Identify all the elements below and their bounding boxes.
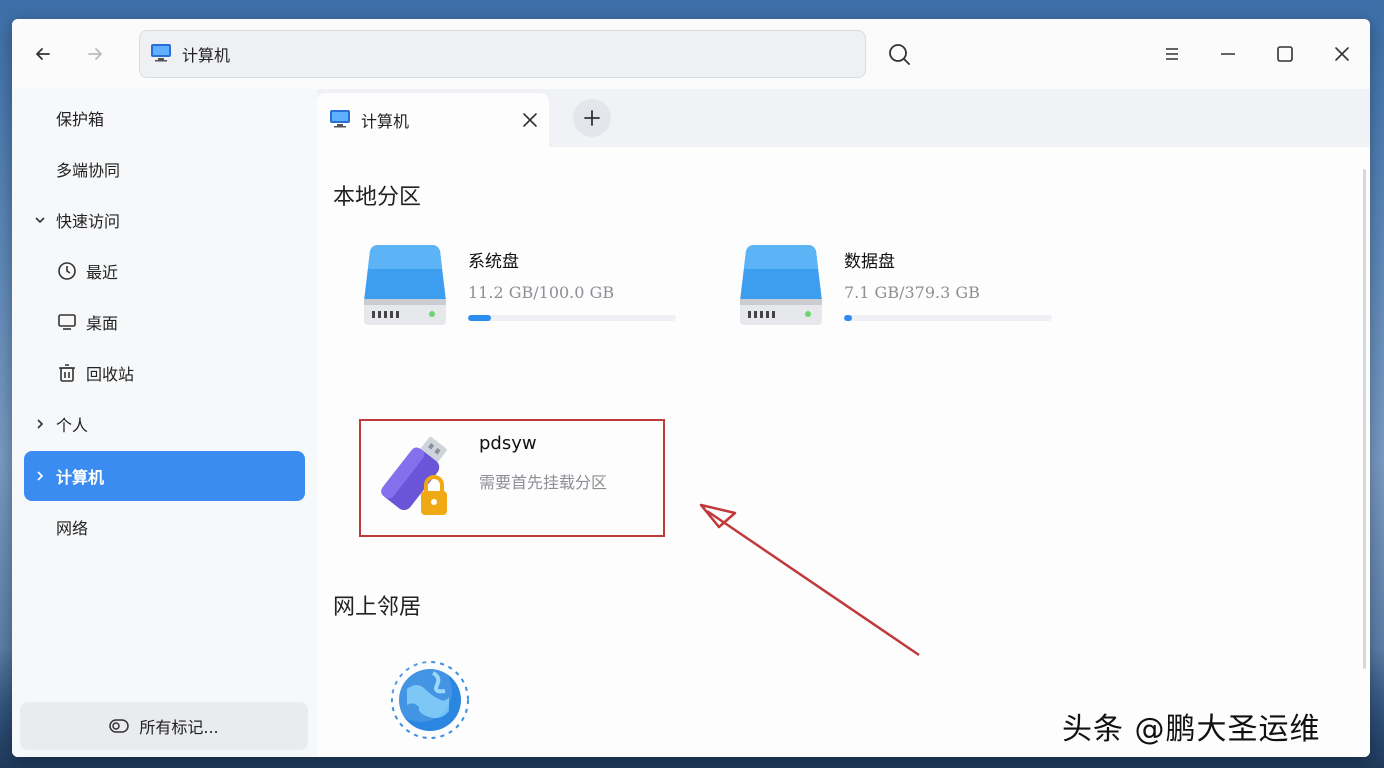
tag-icon	[109, 719, 130, 733]
close-icon[interactable]	[1327, 39, 1357, 69]
sidebar-item-label: 最近	[86, 263, 119, 282]
trash-icon	[56, 362, 78, 384]
search-icon[interactable]	[884, 39, 914, 69]
tab-close-icon[interactable]	[519, 109, 541, 131]
drive-data[interactable]: 数据盘 7.1 GB/379.3 GB	[738, 241, 1058, 341]
sidebar-item-label: 桌面	[86, 314, 119, 333]
back-arrow-icon[interactable]	[28, 39, 58, 69]
drive-size: 7.1 GB/379.3 GB	[844, 283, 980, 302]
all-tags-button[interactable]: 所有标记...	[20, 702, 308, 750]
minimize-icon[interactable]	[1213, 39, 1243, 69]
chevron-down-icon[interactable]	[30, 214, 50, 226]
address-label: 计算机	[182, 46, 231, 65]
computer-icon	[329, 108, 351, 132]
tab-label: 计算机	[361, 112, 410, 131]
sidebar-item-computer[interactable]: 计算机	[24, 451, 305, 501]
chevron-right-icon[interactable]	[30, 418, 50, 430]
drive-name: 系统盘	[468, 252, 519, 272]
hard-drive-icon	[738, 241, 824, 331]
monitor-icon	[56, 311, 78, 333]
titlebar: 计算机	[12, 19, 1370, 89]
section-network-neighborhood: 网上邻居	[333, 595, 422, 620]
hard-drive-icon	[362, 241, 448, 331]
usb-status: 需要首先挂载分区	[479, 473, 608, 492]
usage-bar-fill	[844, 315, 853, 321]
plus-icon	[584, 110, 600, 126]
tab-computer[interactable]: 计算机	[317, 93, 549, 147]
annotation-arrow	[699, 503, 920, 657]
sidebar-item-network[interactable]: 网络	[24, 502, 305, 552]
usb-drive-pdsyw[interactable]: pdsyw 需要首先挂载分区	[359, 419, 665, 537]
menu-icon[interactable]	[1157, 39, 1187, 69]
watermark: 头条 @鹏大圣运维	[1062, 712, 1321, 747]
scrollbar[interactable]	[1363, 169, 1366, 669]
tab-strip: 计算机	[317, 89, 1370, 147]
sidebar-item-label: 快速访问	[56, 212, 121, 231]
sidebar-item-trash[interactable]: 回收站	[24, 348, 305, 398]
sidebar: 保护箱 多端协同 快速访问 最近 桌面 回收站 个人 计算机 网络 所有标记..…	[12, 89, 317, 757]
sidebar-item-label: 保护箱	[56, 110, 105, 129]
sidebar-item-quick-access[interactable]: 快速访问	[24, 195, 305, 245]
sidebar-item-personal[interactable]: 个人	[24, 399, 305, 449]
maximize-icon[interactable]	[1270, 39, 1300, 69]
sidebar-item-label: 计算机	[56, 468, 105, 487]
usage-bar-fill	[468, 315, 492, 321]
sidebar-item-vault[interactable]: 保护箱	[24, 93, 305, 143]
computer-icon	[150, 42, 172, 66]
all-tags-label: 所有标记...	[139, 718, 219, 737]
sidebar-item-label: 多端协同	[56, 161, 121, 180]
clock-icon	[56, 260, 78, 282]
sidebar-item-label: 网络	[56, 519, 89, 538]
drive-size: 11.2 GB/100.0 GB	[468, 283, 615, 302]
sidebar-item-label: 回收站	[86, 365, 135, 384]
sidebar-item-multi-device[interactable]: 多端协同	[24, 144, 305, 194]
file-manager-window: 计算机 保护箱 多端协同 快速访问 最近 桌面 回收站 个人 计算机 网络 所有…	[12, 19, 1370, 757]
section-local-partitions: 本地分区	[333, 185, 422, 210]
forward-arrow-icon[interactable]	[80, 39, 110, 69]
address-bar[interactable]: 计算机	[139, 30, 866, 78]
usage-bar	[844, 315, 1052, 321]
globe-icon[interactable]	[387, 657, 473, 743]
new-tab-button[interactable]	[573, 99, 611, 137]
drive-name: 数据盘	[844, 252, 895, 272]
drive-system[interactable]: 系统盘 11.2 GB/100.0 GB	[362, 241, 682, 341]
usage-bar	[468, 315, 676, 321]
usb-lock-icon	[371, 433, 457, 523]
sidebar-item-recent[interactable]: 最近	[24, 246, 305, 296]
chevron-right-icon[interactable]	[30, 470, 50, 482]
main-pane: 计算机 本地分区 系统盘 11.2 GB/100.0 GB 数据盘 7.1 GB…	[317, 89, 1370, 757]
sidebar-item-label: 个人	[56, 416, 89, 435]
usb-name: pdsyw	[479, 433, 537, 454]
sidebar-item-desktop[interactable]: 桌面	[24, 297, 305, 347]
